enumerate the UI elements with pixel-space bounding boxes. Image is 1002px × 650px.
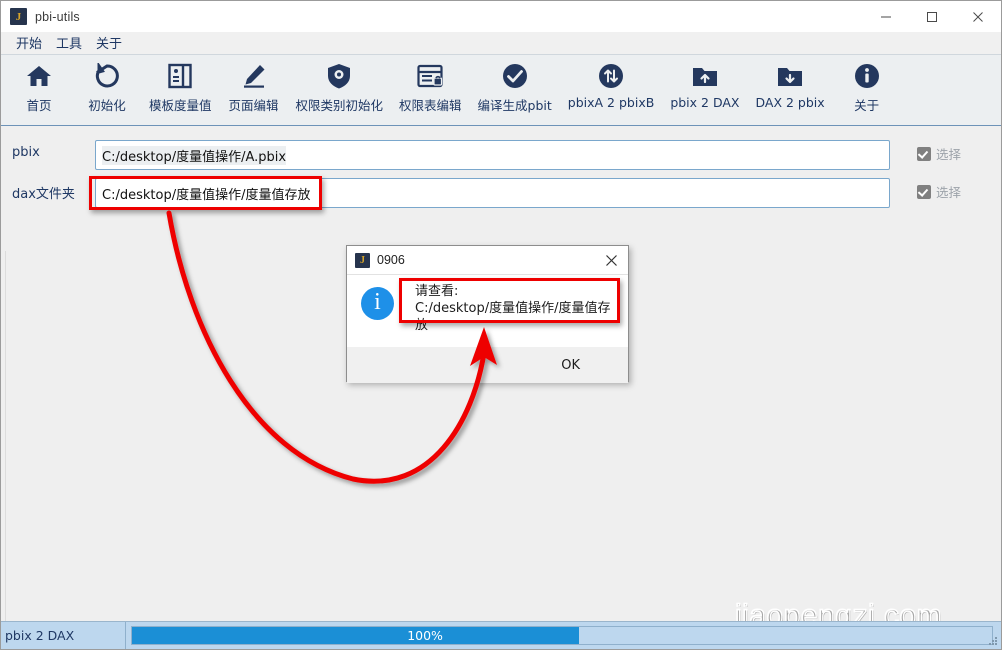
toolbar-button-home[interactable]: 首页 — [5, 55, 73, 114]
left-edge-strip — [1, 251, 6, 649]
toolbar-button-init[interactable]: 初始化 — [73, 55, 141, 114]
checkbox-dax-folder-select[interactable]: 选择 — [917, 182, 961, 201]
input-pbix[interactable]: C:/desktop/度量值操作/A.pbix — [95, 140, 890, 170]
swap-circle-icon — [598, 61, 624, 91]
toolbar-button-compile-pbit[interactable]: 编译生成pbit — [470, 55, 560, 114]
title-bar: pbi-utils — [1, 1, 1001, 33]
check-icon — [917, 184, 931, 199]
menu-tools[interactable]: 工具 — [49, 31, 89, 55]
maximize-icon[interactable] — [909, 1, 955, 32]
label-pbix: pbix — [12, 145, 40, 160]
app-j-icon — [10, 8, 27, 25]
window-title: pbi-utils — [35, 9, 80, 24]
status-task-label: pbix 2 DAX — [1, 622, 126, 649]
input-dax-folder[interactable]: C:/desktop/度量值操作/度量值存放 — [95, 178, 890, 208]
toolbar-button-pbixa-2-pbixb[interactable]: pbixA 2 pbixB — [560, 55, 663, 110]
toolbar-label-about: 关于 — [854, 98, 880, 113]
dialog-message-line1: 请查看: — [415, 284, 459, 299]
folder-down-icon — [777, 61, 803, 91]
toolbar-label-pbixa-2-pbixb: pbixA 2 pbixB — [567, 95, 655, 110]
check-circle-icon — [502, 61, 528, 91]
toolbar-label-compile-pbit: 编译生成pbit — [477, 98, 552, 113]
shield-icon — [327, 61, 351, 91]
status-bar: pbix 2 DAX 100% — [1, 621, 1001, 649]
toolbar-label-permission-table-edit: 权限表编辑 — [399, 98, 462, 113]
toolbar-label-dax-2-pbix: DAX 2 pbix — [755, 95, 825, 110]
refresh-icon — [94, 61, 120, 91]
menu-about[interactable]: 关于 — [89, 31, 129, 55]
toolbar-button-dax-2-pbix[interactable]: DAX 2 pbix — [747, 55, 832, 110]
toolbar-label-init: 初始化 — [88, 98, 126, 113]
toolbar-button-pbix-2-dax[interactable]: pbix 2 DAX — [662, 55, 747, 110]
check-icon — [917, 146, 931, 161]
toolbar-label-pbix-2-dax: pbix 2 DAX — [670, 95, 740, 110]
dialog-title: 0906 — [377, 253, 405, 267]
input-dax-folder-value: C:/desktop/度量值操作/度量值存放 — [102, 187, 311, 203]
template-measure-icon — [168, 61, 192, 91]
menu-start[interactable]: 开始 — [9, 31, 49, 55]
folder-up-icon — [692, 61, 718, 91]
dialog-message: 请查看: C:/desktop/度量值操作/度量值存放 — [415, 283, 620, 334]
dialog-close-icon[interactable] — [594, 246, 628, 274]
message-dialog: 0906 请查看: C:/desktop/度量值操作/度量值存放 OK — [346, 245, 629, 383]
menu-bar: 开始 工具 关于 — [1, 32, 1001, 55]
table-lock-icon — [417, 61, 443, 91]
field-row-dax-folder: dax文件夹 C:/desktop/度量值操作/度量值存放 选择 — [1, 178, 1001, 208]
application-window: pbi-utils 开始 工具 关于 首页 — [0, 0, 1002, 650]
input-pbix-value: C:/desktop/度量值操作/A.pbix — [102, 145, 287, 165]
pencil-icon — [241, 61, 267, 91]
checkbox-pbix-select[interactable]: 选择 — [917, 144, 961, 163]
checkbox-dax-folder-label: 选择 — [936, 185, 962, 200]
close-icon[interactable] — [955, 1, 1001, 32]
toolbar-button-permission-table-edit[interactable]: 权限表编辑 — [391, 55, 470, 114]
dialog-message-line2: C:/desktop/度量值操作/度量值存放 — [415, 301, 611, 333]
dialog-title-bar: 0906 — [347, 246, 628, 275]
toolbar-button-page-edit[interactable]: 页面编辑 — [220, 55, 288, 114]
toolbar: 首页 初始化 模板度量值 页面编辑 权限类别初始化 权限表编辑 编译生成pbit… — [1, 55, 1001, 126]
dialog-body: 请查看: C:/desktop/度量值操作/度量值存放 — [347, 275, 628, 347]
info-circle-blue-icon — [361, 285, 394, 320]
toolbar-label-permission-category-init: 权限类别初始化 — [295, 98, 384, 113]
toolbar-button-about[interactable]: 关于 — [833, 55, 901, 114]
toolbar-label-template-measure: 模板度量值 — [149, 98, 212, 113]
resize-grip-icon[interactable] — [988, 636, 998, 646]
toolbar-label-home: 首页 — [26, 98, 52, 113]
checkbox-pbix-label: 选择 — [936, 147, 962, 162]
progress-text: 100% — [407, 628, 443, 643]
toolbar-label-page-edit: 页面编辑 — [228, 98, 279, 113]
home-icon — [26, 61, 52, 91]
app-j-icon — [355, 252, 370, 268]
progress-bar: 100% — [131, 626, 993, 645]
minimize-icon[interactable] — [863, 1, 909, 32]
dialog-footer: OK — [347, 347, 628, 383]
dialog-ok-button[interactable]: OK — [561, 358, 580, 373]
toolbar-button-template-measure[interactable]: 模板度量值 — [141, 55, 220, 114]
label-dax-folder: dax文件夹 — [12, 187, 75, 202]
toolbar-button-permission-category-init[interactable]: 权限类别初始化 — [288, 55, 392, 114]
info-circle-icon — [854, 61, 880, 91]
field-row-pbix: pbix C:/desktop/度量值操作/A.pbix 选择 — [1, 140, 1001, 170]
window-controls — [863, 1, 1001, 32]
